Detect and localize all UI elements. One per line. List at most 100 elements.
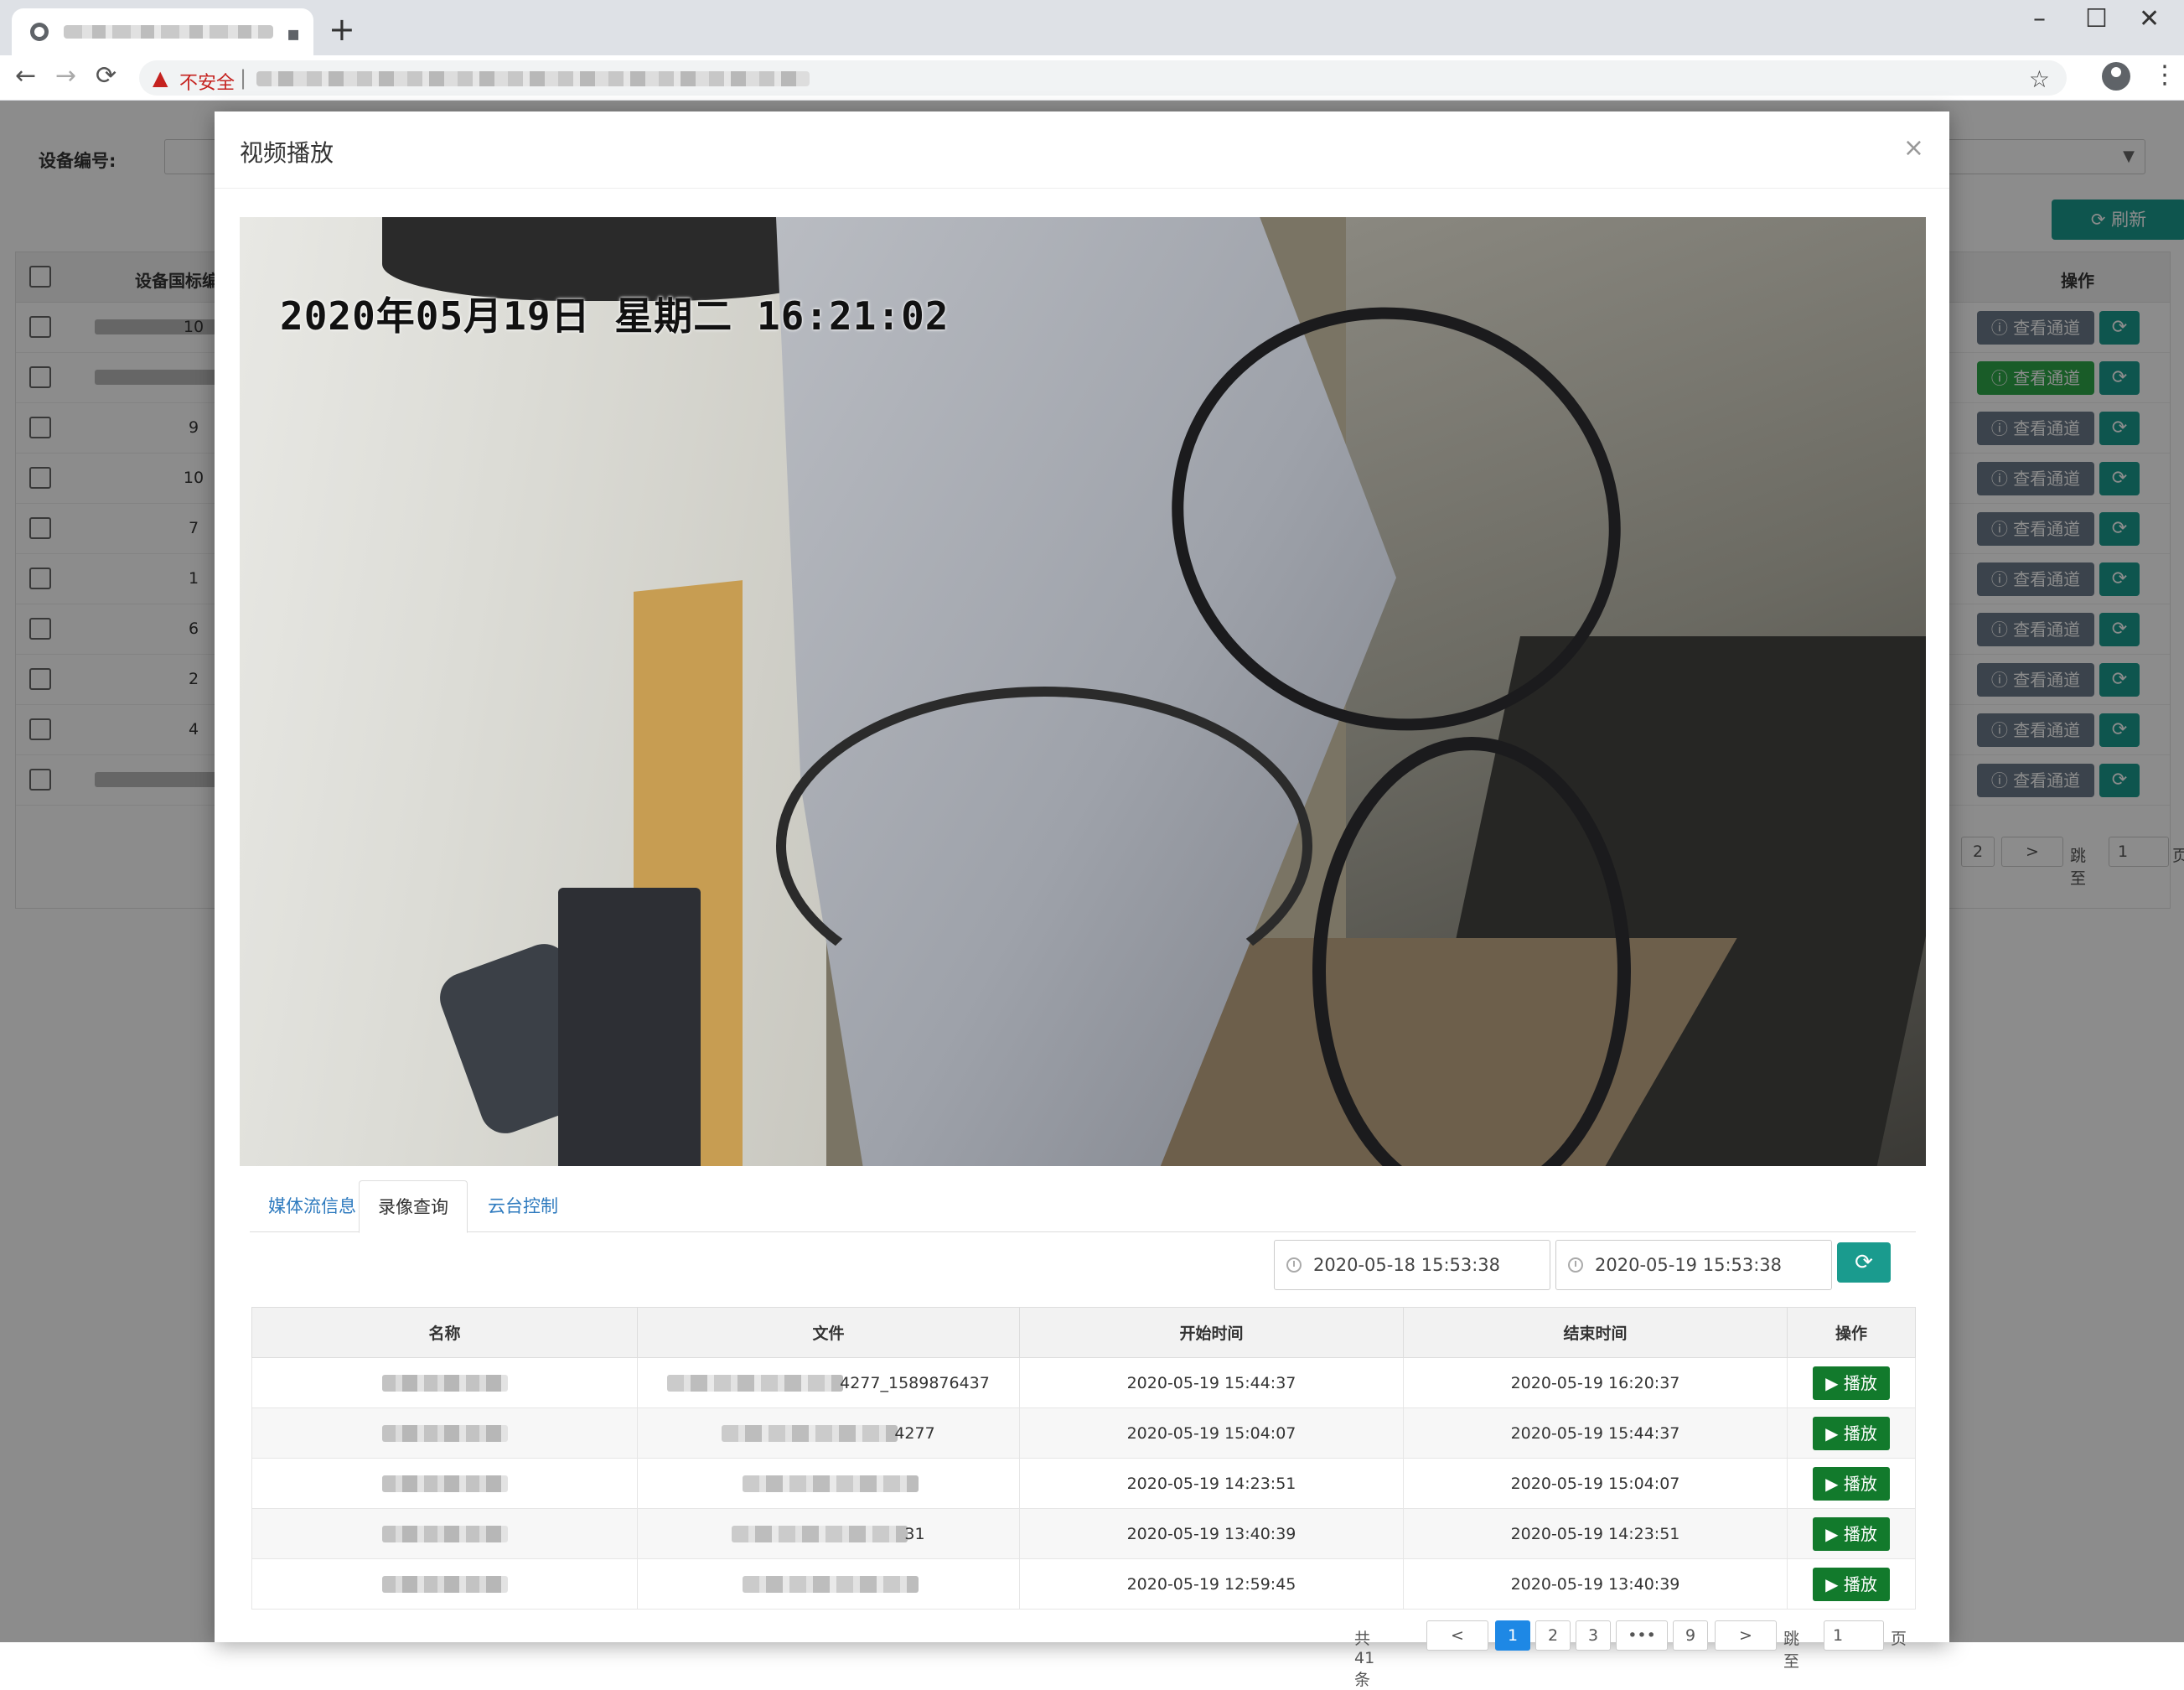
record-file-blurred — [722, 1425, 898, 1442]
record-name-blurred — [381, 1576, 508, 1593]
tab-ptz-control[interactable]: 云台控制 — [469, 1180, 577, 1232]
browser-menu-icon[interactable]: ⋮ — [2152, 60, 2177, 90]
play-button[interactable]: ▶ 播放 — [1813, 1366, 1890, 1400]
goto-label: 跳至 — [1783, 1630, 1800, 1671]
record-file-tail: 4277_1589876437 — [840, 1373, 990, 1392]
record-file: 31 — [637, 1508, 1020, 1559]
record-file-blurred — [742, 1576, 919, 1593]
record-start-time: 2020-05-19 12:59:45 — [1019, 1558, 1404, 1610]
modal-tabs: 媒体流信息 录像查询 云台控制 — [250, 1180, 1916, 1233]
globe-icon — [30, 23, 49, 41]
table-row: 4277 2020-05-19 15:04:07 2020-05-19 15:44:… — [251, 1407, 1916, 1459]
warning-icon: ▲ — [153, 66, 168, 90]
record-file — [637, 1458, 1020, 1509]
record-start-time: 2020-05-19 14:23:51 — [1019, 1458, 1404, 1509]
page-2[interactable]: 2 — [1535, 1620, 1571, 1651]
new-tab-button[interactable]: + — [329, 13, 355, 45]
refresh-icon: ⟳ — [1855, 1250, 1873, 1275]
modal-title: 视频播放 — [240, 139, 334, 167]
page-9[interactable]: 9 — [1673, 1620, 1708, 1651]
end-date-value: 2020-05-19 15:53:38 — [1595, 1255, 1783, 1275]
video-osd-timestamp: 2020年05月19日 星期二 16:21:02 — [280, 293, 950, 339]
record-file-tail: 4277 — [894, 1423, 935, 1443]
header-end-time: 结束时间 — [1403, 1307, 1788, 1358]
record-table-header: 名称 文件 开始时间 结束时间 操作 — [251, 1307, 1916, 1358]
record-name — [251, 1558, 638, 1610]
record-name — [251, 1458, 638, 1509]
record-actions: ▶ 播放 — [1787, 1458, 1916, 1509]
play-button[interactable]: ▶ 播放 — [1813, 1466, 1890, 1501]
browser-tabstrip: ▪ + – ☐ ✕ — [0, 0, 2184, 55]
record-end-time: 2020-05-19 15:44:37 — [1403, 1407, 1788, 1459]
page-suffix: 页 — [1891, 1630, 1907, 1648]
close-icon[interactable]: × — [1903, 133, 1924, 163]
next-page-button[interactable]: > — [1715, 1620, 1777, 1651]
record-name — [251, 1508, 638, 1559]
record-file-blurred — [732, 1526, 908, 1542]
clock-icon — [1286, 1257, 1302, 1273]
record-end-time: 2020-05-19 16:20:37 — [1403, 1357, 1788, 1408]
url-blurred — [256, 71, 810, 86]
record-name — [251, 1407, 638, 1459]
record-file-blurred — [742, 1475, 919, 1492]
modal-header: 视频播放 × — [215, 111, 1949, 189]
record-name-blurred — [381, 1425, 508, 1442]
record-actions: ▶ 播放 — [1787, 1357, 1916, 1408]
tab-title-blurred — [64, 25, 273, 39]
reload-button[interactable]: ⟳ — [96, 64, 116, 89]
record-name-blurred — [381, 1375, 508, 1392]
header-actions: 操作 — [1787, 1307, 1916, 1358]
profile-avatar-icon[interactable] — [2102, 62, 2130, 91]
end-date-input[interactable]: 2020-05-19 15:53:38 — [1555, 1240, 1832, 1290]
start-date-value: 2020-05-18 15:53:38 — [1313, 1255, 1501, 1275]
record-name — [251, 1357, 638, 1408]
record-actions: ▶ 播放 — [1787, 1508, 1916, 1559]
bookmark-star-icon[interactable]: ☆ — [2029, 65, 2050, 93]
security-label[interactable]: 不安全 — [179, 68, 235, 95]
video-player[interactable]: 2020年05月19日 星期二 16:21:02 — [240, 217, 1926, 1166]
table-row: 4277_1589876437 2020-05-19 15:44:37 2020-0… — [251, 1357, 1916, 1408]
forward-button[interactable]: → — [55, 64, 76, 89]
browser-toolbar: ← → ⟳ ▲ 不安全 | ☆ ⋮ — [0, 55, 2184, 101]
record-name-blurred — [381, 1475, 508, 1492]
record-file: 4277_1589876437 — [637, 1357, 1020, 1408]
play-button[interactable]: ▶ 播放 — [1813, 1567, 1890, 1601]
header-name: 名称 — [251, 1307, 638, 1358]
table-row: 31 2020-05-19 13:40:39 2020-05-19 14:23:51… — [251, 1508, 1916, 1559]
record-start-time: 2020-05-19 13:40:39 — [1019, 1508, 1404, 1559]
record-table: 名称 文件 开始时间 结束时间 操作 4277_1589876437 2020-0… — [251, 1307, 1916, 1610]
header-start-time: 开始时间 — [1019, 1307, 1404, 1358]
close-window-button[interactable]: ✕ — [2139, 7, 2160, 32]
goto-page-input[interactable]: 1 — [1824, 1620, 1884, 1651]
record-actions: ▶ 播放 — [1787, 1407, 1916, 1459]
tab-media-info[interactable]: 媒体流信息 — [250, 1180, 375, 1232]
play-button[interactable]: ▶ 播放 — [1813, 1516, 1890, 1551]
back-button[interactable]: ← — [15, 64, 36, 89]
clock-icon — [1568, 1257, 1583, 1273]
address-bar[interactable]: ▲ 不安全 | ☆ — [139, 60, 2067, 96]
minimize-button[interactable]: – — [2033, 7, 2046, 32]
total-count: 共 41 条 — [1354, 1630, 1375, 1689]
table-row: 2020-05-19 14:23:51 2020-05-19 15:04:07 ▶ … — [251, 1458, 1916, 1509]
prev-page-button[interactable]: < — [1426, 1620, 1488, 1651]
record-actions: ▶ 播放 — [1787, 1558, 1916, 1610]
page-1[interactable]: 1 — [1495, 1620, 1530, 1651]
browser-tab[interactable]: ▪ — [12, 8, 313, 55]
record-end-time: 2020-05-19 15:04:07 — [1403, 1458, 1788, 1509]
start-date-input[interactable]: 2020-05-18 15:53:38 — [1274, 1240, 1550, 1290]
table-row: 2020-05-19 12:59:45 2020-05-19 13:40:39 ▶ … — [251, 1558, 1916, 1610]
video-scene-monitor — [558, 888, 701, 1166]
record-file-tail: 31 — [904, 1524, 925, 1543]
record-start-time: 2020-05-19 15:44:37 — [1019, 1357, 1404, 1408]
record-name-blurred — [381, 1526, 508, 1542]
url-separator: | — [240, 66, 247, 90]
page-ellipsis[interactable]: ••• — [1616, 1620, 1668, 1651]
query-refresh-button[interactable]: ⟳ — [1837, 1242, 1891, 1283]
tab-record-query[interactable]: 录像查询 — [359, 1180, 468, 1233]
maximize-button[interactable]: ☐ — [2085, 7, 2108, 32]
record-end-time: 2020-05-19 13:40:39 — [1403, 1558, 1788, 1610]
page-3[interactable]: 3 — [1576, 1620, 1611, 1651]
video-scene-cable — [776, 687, 1312, 1005]
tab-close-icon[interactable]: ▪ — [287, 23, 300, 44]
play-button[interactable]: ▶ 播放 — [1813, 1416, 1890, 1450]
